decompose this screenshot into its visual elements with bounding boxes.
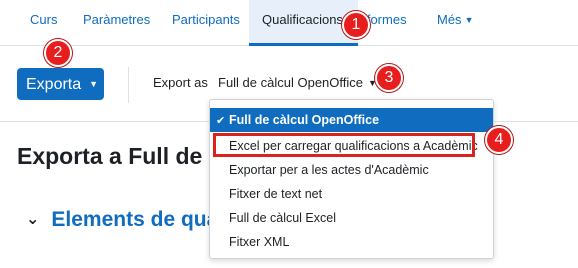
- export-format-value: Full de càlcul OpenOffice: [218, 75, 363, 90]
- nav-tab-parametres[interactable]: Paràmetres: [83, 0, 150, 46]
- chevron-down-icon[interactable]: ⌄: [26, 209, 39, 229]
- callout-badge-3: 3: [375, 64, 403, 92]
- export-format-select[interactable]: Full de càlcul OpenOffice ▼: [218, 75, 377, 90]
- callout-badge-2: 2: [44, 39, 72, 67]
- chevron-down-icon: ▼: [464, 15, 474, 25]
- dropdown-option-excel[interactable]: Full de càlcul Excel: [210, 206, 493, 230]
- nav-tab-participants[interactable]: Participants: [172, 0, 240, 46]
- dropdown-option-text[interactable]: Fitxer de text net: [210, 182, 493, 206]
- course-nav: Curs Paràmetres Participants Qualificaci…: [0, 0, 578, 46]
- highlight-box: [213, 133, 475, 157]
- dropdown-option-actes-academic[interactable]: Exportar per a les actes d'Acadèmic: [210, 158, 493, 182]
- dropdown-option-xml[interactable]: Fitxer XML: [210, 230, 493, 254]
- callout-badge-4: 4: [485, 126, 513, 154]
- export-as-label: Export as: [153, 75, 208, 90]
- nav-tab-mes[interactable]: Més ▼: [437, 0, 473, 46]
- check-icon: ✔: [216, 115, 226, 127]
- dropdown-option-label: Full de càlcul OpenOffice: [229, 113, 380, 127]
- dropdown-option-openoffice[interactable]: ✔ Full de càlcul OpenOffice: [210, 108, 493, 132]
- chevron-down-icon: ▼: [89, 79, 99, 89]
- callout-badge-1: 1: [342, 11, 370, 39]
- export-format-dropdown: ✔ Full de càlcul OpenOffice Excel per car…: [209, 99, 494, 259]
- export-button-label: Exporta: [26, 76, 82, 93]
- nav-tab-mes-label: Més: [437, 12, 462, 27]
- toolbar-divider: [128, 67, 129, 103]
- export-button[interactable]: Exporta ▼: [17, 68, 104, 100]
